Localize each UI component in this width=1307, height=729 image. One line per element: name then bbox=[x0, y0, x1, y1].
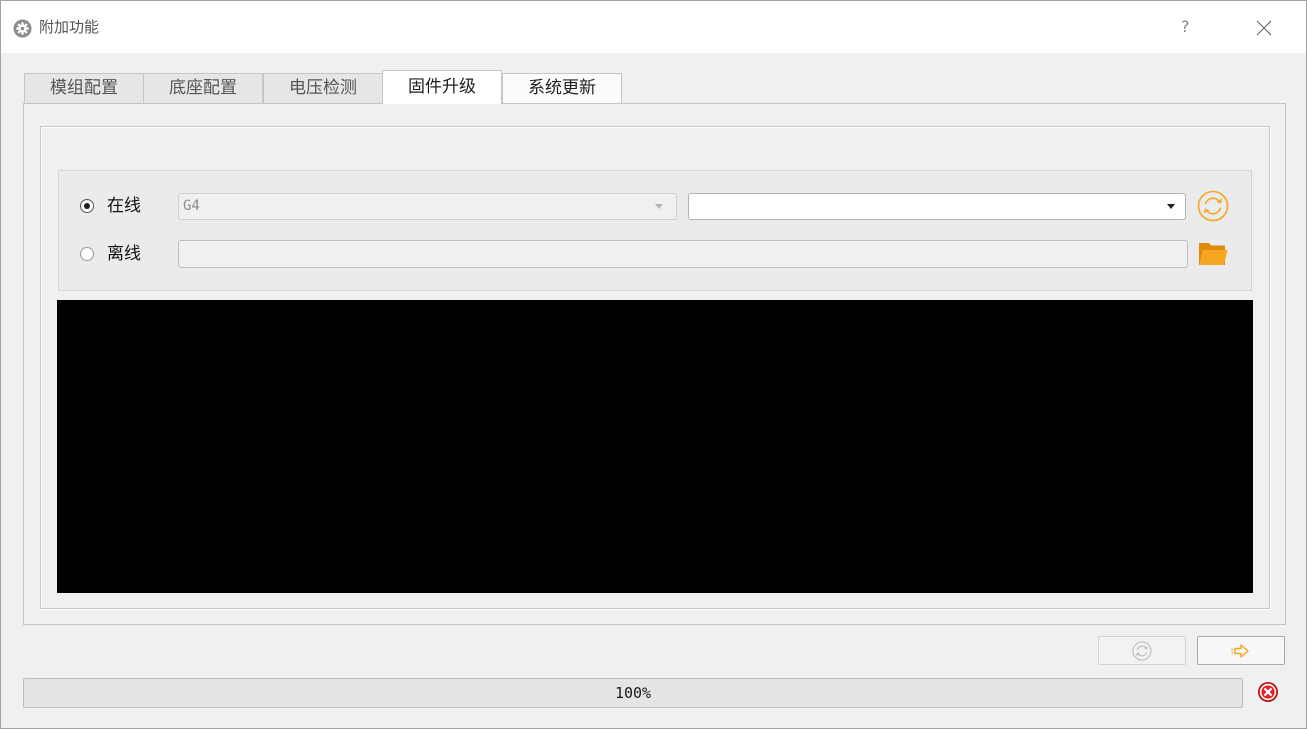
version-select[interactable] bbox=[688, 193, 1186, 220]
tab-firmware-upgrade[interactable]: 固件升级 bbox=[382, 70, 502, 104]
online-radio[interactable] bbox=[80, 199, 94, 213]
cancel-icon bbox=[1258, 682, 1278, 702]
refresh-icon bbox=[1132, 640, 1152, 661]
progress-bar: 100% bbox=[23, 678, 1243, 708]
online-radio-label[interactable]: 在线 bbox=[107, 196, 141, 216]
folder-open-icon bbox=[1199, 243, 1228, 265]
refresh-list-button[interactable] bbox=[1197, 190, 1229, 222]
help-button[interactable]: ? bbox=[1181, 17, 1190, 37]
gear-icon bbox=[13, 19, 32, 38]
window-title: 附加功能 bbox=[39, 18, 100, 36]
device-select-value: G4 bbox=[183, 198, 200, 214]
offline-radio-label[interactable]: 离线 bbox=[107, 244, 141, 264]
tab-label: 模组配置 bbox=[50, 78, 118, 98]
device-select[interactable]: G4 bbox=[178, 193, 677, 220]
chevron-down-icon bbox=[655, 204, 663, 209]
next-button[interactable] bbox=[1197, 636, 1285, 665]
chevron-down-icon bbox=[1167, 204, 1175, 209]
tab-label: 固件升级 bbox=[408, 77, 476, 97]
tab-base-config[interactable]: 底座配置 bbox=[143, 73, 263, 103]
close-icon bbox=[1256, 20, 1272, 36]
upgrade-source-frame: 在线 G4 离线 bbox=[58, 170, 1252, 291]
offline-radio[interactable] bbox=[80, 247, 94, 261]
tab-bar: 模组配置 底座配置 电压检测 固件升级 系统更新 bbox=[24, 70, 624, 104]
firmware-group: 在线 G4 离线 bbox=[40, 126, 1270, 609]
tab-label: 底座配置 bbox=[169, 78, 237, 98]
title-bar[interactable]: 附加功能 ? bbox=[0, 0, 1307, 53]
arrow-right-icon bbox=[1231, 643, 1249, 658]
firmware-file-path-input[interactable] bbox=[178, 240, 1188, 268]
reload-button[interactable] bbox=[1098, 636, 1186, 665]
cancel-button[interactable] bbox=[1257, 681, 1279, 703]
progress-text: 100% bbox=[614, 684, 652, 702]
firmware-dialog: 附加功能 ? 模组配置 底座配置 电压检测 固件升级 系统更新 在线 G4 离线… bbox=[0, 0, 1307, 729]
browse-file-button[interactable] bbox=[1198, 241, 1228, 267]
tab-module-config[interactable]: 模组配置 bbox=[24, 73, 144, 103]
log-output[interactable] bbox=[57, 300, 1253, 593]
tab-label: 系统更新 bbox=[528, 78, 596, 98]
tab-voltage-check[interactable]: 电压检测 bbox=[263, 73, 383, 103]
close-button[interactable] bbox=[1256, 20, 1272, 36]
tab-label: 电压检测 bbox=[289, 78, 357, 98]
tab-panel-firmware-upgrade: 在线 G4 离线 bbox=[23, 103, 1286, 625]
tab-system-update[interactable]: 系统更新 bbox=[502, 73, 622, 103]
refresh-icon bbox=[1197, 190, 1229, 222]
